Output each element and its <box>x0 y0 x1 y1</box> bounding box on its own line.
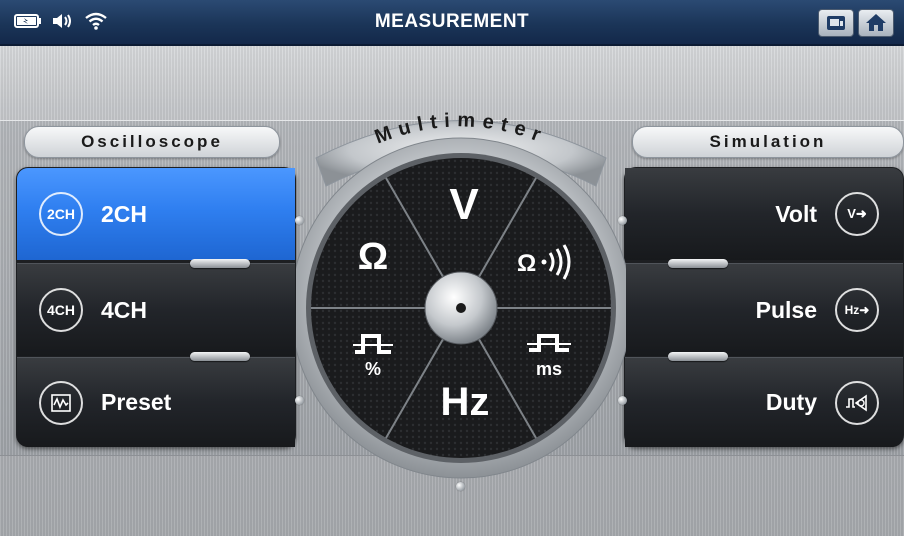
oscilloscope-4ch-label: 4CH <box>101 296 148 323</box>
simulation-heading: Simulation <box>632 126 904 158</box>
simulation-duty-button[interactable]: Duty <box>625 357 903 447</box>
oscilloscope-2ch-button[interactable]: 2CH 2CH <box>17 168 295 260</box>
dial-center-hub <box>428 275 500 347</box>
oscilloscope-heading: Oscilloscope <box>24 126 280 158</box>
4ch-icon-text: 4CH <box>46 302 75 318</box>
home-icon <box>866 14 886 31</box>
dial-voltage-label: V <box>449 180 479 229</box>
screenshot-icon <box>827 16 845 30</box>
home-button[interactable] <box>858 9 894 37</box>
slider-knob <box>668 259 728 268</box>
pulse-output-icon: Hz➜ <box>835 288 879 332</box>
dial-period-unit: ms <box>535 359 562 379</box>
pulse-output-icon-text: Hz➜ <box>844 303 870 317</box>
slider-knob <box>190 259 250 268</box>
multimeter-heading: Multimeter <box>372 109 544 148</box>
continuity-icon: Ω <box>513 244 583 286</box>
simulation-volt-label: Volt <box>775 200 817 227</box>
page-title: MEASUREMENT <box>374 11 530 32</box>
dial-voltage-segment[interactable]: V <box>424 180 504 230</box>
dial-resistance-segment[interactable]: Ω <box>343 236 403 279</box>
slider-knob <box>190 352 250 361</box>
slider-knob <box>668 352 728 361</box>
volt-output-icon-text: V➜ <box>847 206 867 221</box>
waveform-icon <box>39 380 83 425</box>
dial-duty-segment[interactable]: % <box>340 330 406 380</box>
dial-frequency-label: Hz <box>440 380 490 424</box>
svg-text:Ω: Ω <box>517 250 536 277</box>
2ch-icon: 2CH <box>39 192 83 236</box>
simulation-volt-button[interactable]: Volt V➜ <box>625 168 903 260</box>
2ch-icon-text: 2CH <box>46 206 75 222</box>
oscilloscope-preset-label: Preset <box>101 389 172 415</box>
dial-duty-unit: % <box>364 359 381 379</box>
4ch-icon: 4CH <box>39 288 83 332</box>
duty-cycle-icon <box>835 380 879 425</box>
svg-text:Multimeter: Multimeter <box>372 109 551 148</box>
status-bar: MEASUREMENT <box>0 0 904 46</box>
dial-resistance-label: Ω <box>357 236 389 278</box>
screenshot-button[interactable] <box>818 9 854 37</box>
simulation-duty-label: Duty <box>765 389 817 415</box>
dial-period-segment[interactable]: ms <box>514 330 584 380</box>
oscilloscope-4ch-button[interactable]: 4CH 4CH <box>17 263 295 356</box>
dial-continuity-segment[interactable]: Ω <box>508 244 588 287</box>
simulation-pulse-label: Pulse <box>755 296 817 323</box>
volt-output-icon: V➜ <box>835 192 879 236</box>
oscilloscope-preset-button[interactable]: Preset <box>17 357 295 447</box>
oscilloscope-2ch-label: 2CH <box>101 200 148 227</box>
dial-frequency-segment[interactable]: Hz <box>420 380 510 425</box>
simulation-pulse-button[interactable]: Pulse Hz➜ <box>625 263 903 356</box>
